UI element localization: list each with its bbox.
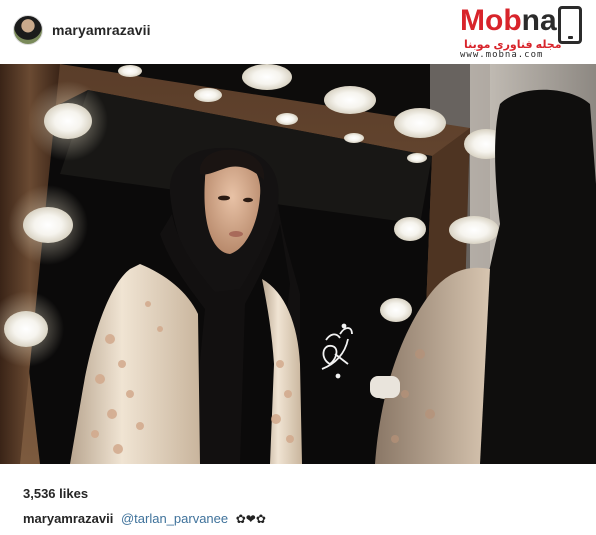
- mobna-logo: Mobna مجله فناوری موبنا www.mobna.com: [460, 4, 590, 62]
- logo-url: www.mobna.com: [460, 50, 544, 60]
- logo-wordmark-red: Mob: [460, 4, 522, 37]
- photo-portrait: [0, 64, 596, 464]
- post-username[interactable]: maryamrazavii: [52, 22, 151, 38]
- likes-count[interactable]: 3,536 likes: [23, 486, 88, 501]
- caption-mention-link[interactable]: @tarlan_parvanee: [121, 511, 228, 526]
- caption-emoji: ✿❤✿: [235, 512, 266, 526]
- post-header: maryamrazavii Mobna مجله فناوری موبنا ww…: [0, 0, 596, 64]
- caption-username[interactable]: maryamrazavii: [23, 511, 113, 526]
- logo-wordmark-dark: na: [521, 4, 557, 37]
- instagram-post: maryamrazavii Mobna مجله فناوری موبنا ww…: [0, 0, 596, 535]
- avatar[interactable]: [13, 15, 43, 45]
- logo-wordmark: Mobna: [460, 4, 557, 38]
- post-photo[interactable]: [0, 64, 596, 464]
- post-caption: maryamrazavii @tarlan_parvanee ✿❤✿: [23, 511, 266, 526]
